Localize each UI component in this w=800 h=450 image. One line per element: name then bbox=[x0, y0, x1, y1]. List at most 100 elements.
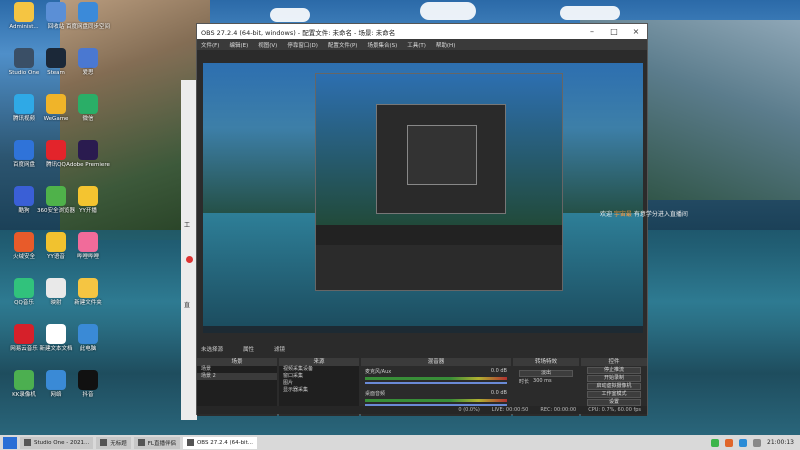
clock[interactable]: 21:00:13 bbox=[767, 439, 794, 446]
properties-button[interactable]: 属性 bbox=[243, 345, 254, 353]
yy-voice-icon bbox=[46, 232, 66, 252]
nested-preview bbox=[315, 73, 563, 291]
video-icon bbox=[14, 94, 34, 114]
maximize-icon[interactable]: □ bbox=[603, 27, 625, 36]
shield-icon bbox=[14, 232, 34, 252]
menu-item[interactable]: 编辑(E) bbox=[229, 41, 248, 49]
wallpaper-cloud bbox=[420, 2, 476, 20]
live-time: LIVE: 00:00:50 bbox=[491, 407, 529, 413]
taskbar-button-label: FL直播伴侣 bbox=[147, 440, 176, 447]
side-window[interactable]: 工 直 bbox=[181, 80, 197, 420]
list-item[interactable]: 显示器采集 bbox=[279, 387, 359, 394]
app-icon bbox=[100, 439, 108, 446]
desktop-icon[interactable]: 百度网盘同步空间 bbox=[66, 2, 110, 31]
shortcut-icon bbox=[46, 278, 66, 298]
mixer-channel-db: 0.0 dB bbox=[490, 390, 507, 396]
desktop-icon[interactable]: 微信 bbox=[66, 94, 110, 123]
premiere-icon bbox=[78, 140, 98, 160]
window-title: OBS 27.2.4 (64-bit, windows) - 配置文件: 未命名… bbox=[201, 28, 396, 37]
desktop-icon[interactable]: YY开播 bbox=[66, 186, 110, 215]
list-item[interactable]: 图片 bbox=[279, 380, 359, 387]
browser-icon bbox=[46, 186, 66, 206]
menu-item[interactable]: 停靠窗口(D) bbox=[287, 41, 318, 49]
desktop-icon[interactable]: 抖音 bbox=[66, 370, 110, 399]
volume-meter bbox=[365, 377, 507, 380]
tray-app-icon[interactable] bbox=[739, 438, 748, 447]
mixer-channel: 麦克风/Aux 0.0 dB bbox=[361, 366, 511, 388]
transitions-header: 转场特效 bbox=[513, 358, 579, 366]
transition-select[interactable]: 淡出 bbox=[519, 370, 573, 377]
taskbar-button[interactable]: OBS 27.2.4 (64-bit... bbox=[182, 436, 257, 449]
desktop-icon[interactable]: 新建文件夹 bbox=[66, 278, 110, 307]
mixer-channel-name: 麦克风/Aux bbox=[365, 369, 392, 375]
minimize-icon[interactable]: – bbox=[581, 27, 603, 36]
desktop-icon[interactable]: 此电脑 bbox=[66, 324, 110, 353]
volume-slider[interactable] bbox=[365, 382, 507, 384]
mixer-channel-db: 0.0 dB bbox=[490, 368, 507, 374]
desktop-icon-label: 哔哩哔哩 bbox=[76, 254, 99, 260]
desktop-icon-label: 新建文件夹 bbox=[74, 300, 102, 306]
mixer-channel-name: 桌面音频 bbox=[365, 391, 386, 397]
nested-preview-2 bbox=[376, 104, 506, 214]
list-item[interactable]: 场景 2 bbox=[197, 373, 277, 380]
menu-item[interactable]: 文件(F) bbox=[201, 41, 219, 49]
danmaku-user: 宇宙最 bbox=[613, 211, 632, 218]
recorder-icon bbox=[14, 370, 34, 390]
desktop-icon[interactable]: Adobe Premiere bbox=[66, 140, 110, 169]
preview-canvas[interactable] bbox=[203, 63, 643, 333]
menu-item[interactable]: 视图(V) bbox=[258, 41, 277, 49]
obs-menubar: 文件(F) 编辑(E) 视图(V) 停靠窗口(D) 配置文件(P) 场景集合(S) 工具(T… bbox=[197, 39, 647, 50]
netease-music-icon bbox=[14, 324, 34, 344]
volume-icon[interactable] bbox=[753, 438, 762, 447]
obs-titlebar[interactable]: OBS 27.2.4 (64-bit, windows) - 配置文件: 未命名… bbox=[197, 24, 647, 39]
scenes-header: 场景 bbox=[197, 358, 277, 366]
wallpaper-cloud bbox=[270, 8, 310, 22]
cpu-usage: CPU: 0.7%, 60.00 fps bbox=[588, 407, 641, 413]
list-item[interactable]: 视频采集设备 bbox=[279, 366, 359, 373]
wechat-icon bbox=[78, 94, 98, 114]
taskbar-button-label: Studio One - 2021... bbox=[34, 439, 90, 446]
taskbar-button[interactable]: FL直播伴侣 bbox=[133, 436, 180, 449]
menu-item[interactable]: 工具(T) bbox=[407, 41, 426, 49]
obs-window: OBS 27.2.4 (64-bit, windows) - 配置文件: 未命名… bbox=[196, 23, 648, 416]
app-icon bbox=[24, 439, 31, 446]
taskbar-button[interactable]: Studio One - 2021... bbox=[20, 436, 94, 449]
control-button[interactable]: 启动虚拟摄像机 bbox=[587, 383, 641, 390]
menu-item[interactable]: 场景集合(S) bbox=[367, 41, 397, 49]
mixer-header: 混音器 bbox=[361, 358, 511, 366]
baidu-netdisk-icon bbox=[14, 140, 34, 160]
qq-music-icon bbox=[14, 278, 34, 298]
app-icon bbox=[78, 48, 98, 68]
danmaku-prefix: 欢迎 bbox=[600, 211, 614, 218]
taskbar-button-label: 无标题 bbox=[110, 440, 127, 447]
taskbar: Studio One - 2021... 无标题 FL直播伴侣 OBS 27.2.4 … bbox=[0, 435, 800, 450]
record-icon[interactable] bbox=[186, 256, 193, 263]
scenes-list: 场景 场景 2 bbox=[197, 366, 277, 406]
desktop-icon[interactable]: 爱思 bbox=[66, 48, 110, 77]
tiktok-icon bbox=[78, 370, 98, 390]
wallpaper-cloud bbox=[560, 6, 620, 20]
taskbar-button[interactable]: 无标题 bbox=[96, 436, 131, 449]
control-button[interactable]: 工作室模式 bbox=[587, 391, 641, 398]
desktop-icon-label: YY开播 bbox=[79, 208, 97, 214]
control-button[interactable]: 设置 bbox=[587, 399, 641, 406]
control-button[interactable]: 停止推流 bbox=[587, 367, 641, 374]
cloud-icon bbox=[78, 2, 98, 22]
tray-app-icon[interactable] bbox=[725, 438, 734, 447]
control-button[interactable]: 开始录制 bbox=[587, 375, 641, 382]
duration-input[interactable]: 300 ms bbox=[533, 378, 552, 385]
filters-button[interactable]: 滤镜 bbox=[274, 345, 285, 353]
menu-item[interactable]: 配置文件(P) bbox=[328, 41, 358, 49]
list-item[interactable]: 窗口采集 bbox=[279, 373, 359, 380]
taskbar-items: Studio One - 2021... 无标题 FL直播伴侣 OBS 27.2.4 … bbox=[17, 436, 257, 449]
music-icon bbox=[14, 186, 34, 206]
tray-app-icon[interactable] bbox=[711, 438, 720, 447]
computer-icon bbox=[78, 324, 98, 344]
menu-item[interactable]: 帮助(H) bbox=[436, 41, 455, 49]
desktop-icon[interactable]: 哔哩哔哩 bbox=[66, 232, 110, 261]
start-icon[interactable] bbox=[3, 436, 17, 449]
close-icon[interactable]: × bbox=[625, 27, 647, 36]
list-item[interactable]: 场景 bbox=[197, 366, 277, 373]
folder-icon bbox=[14, 2, 34, 22]
text-file-icon bbox=[46, 324, 66, 344]
